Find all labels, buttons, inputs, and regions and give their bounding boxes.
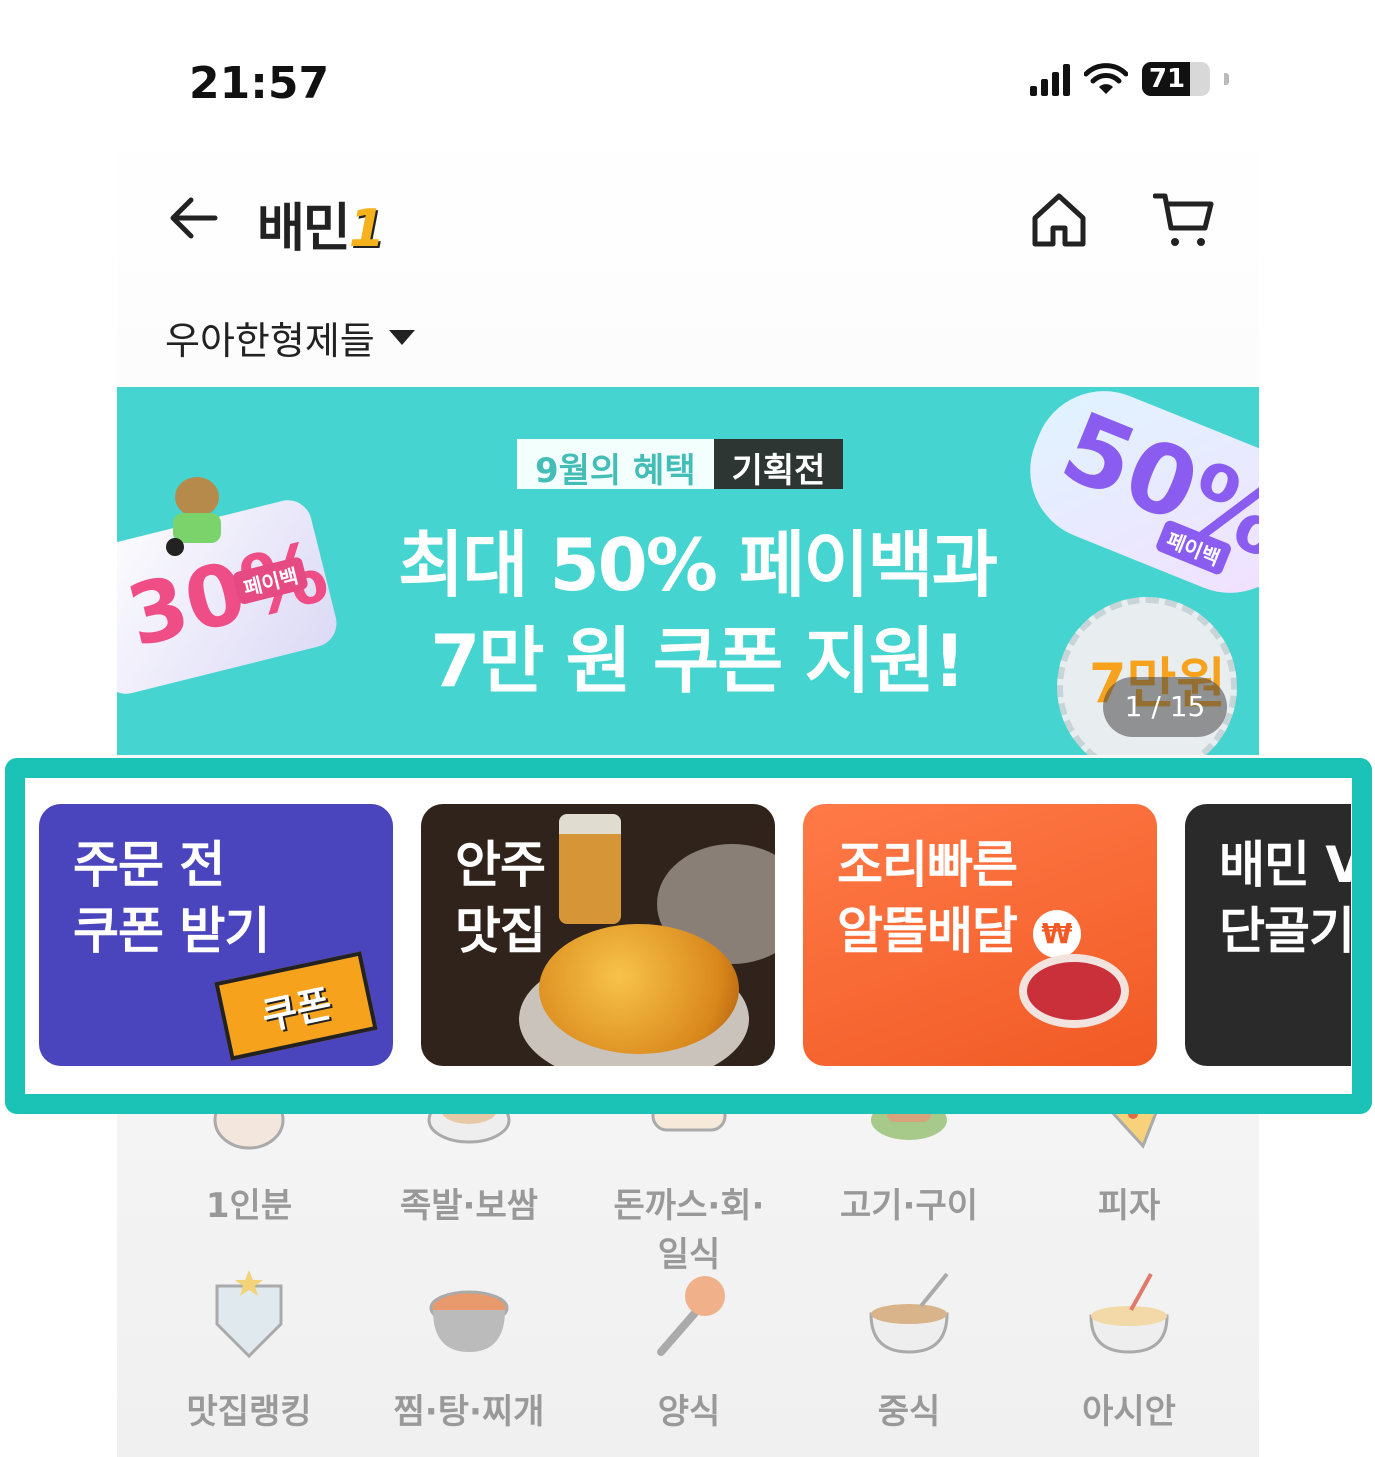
headline-line-2: 7만 원 쿠폰 지원! xyxy=(430,619,966,703)
category-item[interactable]: 아시안 xyxy=(1039,1266,1219,1433)
category-label: 양식 xyxy=(657,1392,721,1432)
category-item[interactable]: 중식 xyxy=(819,1266,999,1433)
pasta-fork-icon xyxy=(657,1276,725,1356)
card-baemin-vip[interactable]: 배민 V 단골기 xyxy=(1185,804,1351,1066)
home-icon[interactable] xyxy=(1029,190,1089,250)
banner-pill: 9월의 혜택 기획전 xyxy=(517,439,844,491)
asian-noodle-icon xyxy=(1089,1273,1169,1354)
status-time: 21:57 xyxy=(189,58,330,109)
category-item[interactable]: 양식 xyxy=(599,1266,779,1433)
promo-card-carousel[interactable]: 주문 전 쿠폰 받기 쿠폰 안주 맛집 조리빠른 알뜰배달 ₩ 배민 V 단골기 xyxy=(39,804,1351,1068)
coupon-sticker-label: 쿠폰 xyxy=(257,980,336,1039)
card-pre-order-coupon[interactable]: 주문 전 쿠폰 받기 쿠폰 xyxy=(39,804,393,1066)
mascot-icon xyxy=(166,477,221,556)
card-title: 배민 V 단골기 xyxy=(1219,832,1351,964)
category-label: 돈까스·회·일식 xyxy=(613,1186,765,1275)
steak-icon xyxy=(1019,954,1129,1028)
card-title-line-1: 배민 V xyxy=(1219,836,1351,894)
store-selector[interactable]: 우아한형제들 xyxy=(165,310,415,365)
card-title-line-2: 단골기 xyxy=(1219,902,1351,960)
card-fast-cooking-budget-delivery[interactable]: 조리빠른 알뜰배달 ₩ xyxy=(803,804,1157,1066)
headline-line-1: 최대 50% 페이백과 xyxy=(398,523,998,607)
pill-event: 기획전 xyxy=(713,439,844,491)
coupon-ticket-icon: 쿠폰 xyxy=(214,951,378,1061)
ranking-badge-icon xyxy=(215,1270,283,1359)
promo-banner[interactable]: 30% 페이백 9월의 혜택 기획전 최대 50% 페이백과 7만 원 쿠폰 지… xyxy=(117,387,1259,755)
card-title: 조리빠른 알뜰배달 xyxy=(837,832,1018,964)
cellular-signal-icon xyxy=(1030,62,1070,96)
caret-down-icon xyxy=(388,330,415,345)
pill-benefit: 9월의 혜택 xyxy=(517,439,714,491)
card-title-line-2: 쿠폰 받기 xyxy=(73,902,270,960)
won-coin-icon: ₩ xyxy=(1033,910,1081,958)
baemin-one-logo[interactable]: 배민1 xyxy=(257,186,385,261)
battery-icon: 71 xyxy=(1142,62,1210,96)
card-title-line-2: 알뜰배달 xyxy=(837,902,1018,960)
back-arrow-icon[interactable] xyxy=(165,190,221,246)
battery-level: 71 xyxy=(1148,64,1186,94)
logo-text: 배민 xyxy=(257,199,351,259)
card-title-line-1: 조리빠른 xyxy=(837,836,1018,894)
top-nav: 배민1 xyxy=(117,170,1259,270)
card-title: 주문 전 쿠폰 받기 xyxy=(73,832,270,964)
app-screen: 21:57 71 배민1 우아한형제들 30% 페이백 9월의 혜택 기획전 최… xyxy=(117,0,1259,1457)
cart-icon[interactable] xyxy=(1153,190,1215,250)
banner-page-counter: 1 / 15 xyxy=(1103,677,1227,737)
category-label: 맛집랭킹 xyxy=(186,1392,312,1432)
category-label: 고기·구이 xyxy=(839,1186,979,1226)
card-anju-restaurants[interactable]: 안주 맛집 xyxy=(421,804,775,1066)
noodle-bowl-icon xyxy=(869,1272,949,1354)
category-label: 피자 xyxy=(1097,1186,1161,1226)
beer-glass-icon xyxy=(559,814,621,924)
category-label: 아시안 xyxy=(1082,1392,1176,1432)
card-title-line-1: 주문 전 xyxy=(73,836,225,894)
status-icons: 71 xyxy=(1030,62,1229,96)
highlighted-card-row: 주문 전 쿠폰 받기 쿠폰 안주 맛집 조리빠른 알뜰배달 ₩ 배민 V 단골기 xyxy=(5,758,1372,1114)
category-label: 찜·탕·찌개 xyxy=(393,1392,545,1432)
category-item[interactable]: 찜·탕·찌개 xyxy=(379,1266,559,1433)
stew-pot-icon xyxy=(429,1290,509,1352)
card-title: 안주 맛집 xyxy=(455,832,546,964)
battery-nub xyxy=(1224,73,1229,85)
banner-headline: 최대 50% 페이백과 7만 원 쿠폰 지원! xyxy=(317,517,1077,709)
category-item[interactable]: 맛집랭킹 xyxy=(159,1266,339,1433)
card-title-line-2: 맛집 xyxy=(455,902,546,960)
category-label: 중식 xyxy=(877,1392,941,1432)
fried-chicken-icon xyxy=(539,924,739,1054)
store-name: 우아한형제들 xyxy=(165,319,375,363)
category-label: 1인분 xyxy=(205,1186,293,1226)
card-title-line-1: 안주 xyxy=(455,836,546,894)
wifi-icon xyxy=(1084,63,1128,94)
category-label: 족발·보쌈 xyxy=(399,1186,539,1226)
logo-number: 1 xyxy=(348,199,385,259)
